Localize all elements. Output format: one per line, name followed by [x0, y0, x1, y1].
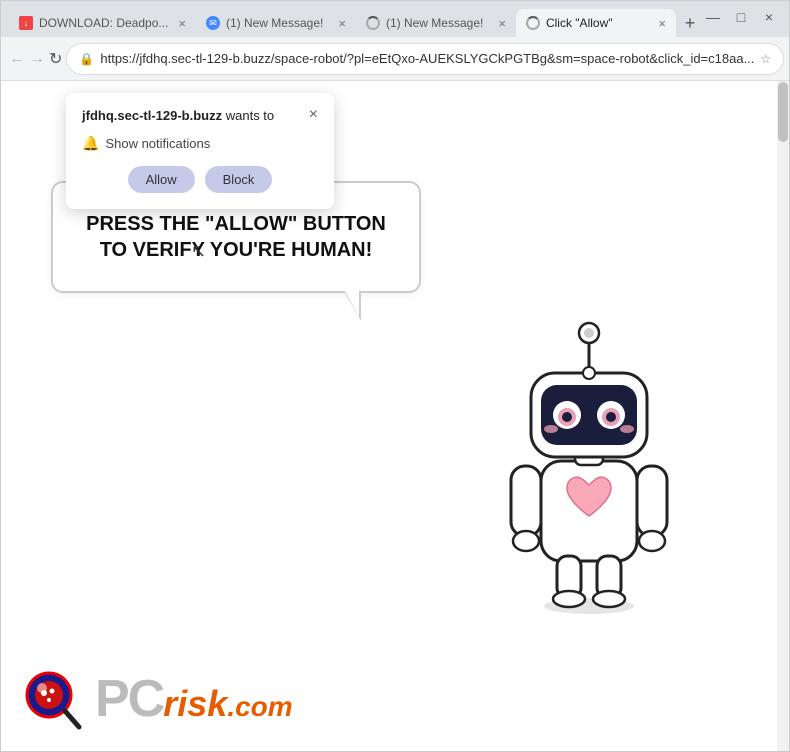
block-button[interactable]: Block: [205, 166, 273, 193]
tab-msg2[interactable]: (1) New Message! ×: [356, 9, 516, 37]
popup-actions: Allow Block: [82, 166, 318, 193]
back-button[interactable]: ←: [9, 43, 25, 75]
minimize-button[interactable]: —: [701, 5, 725, 29]
logo-risk-text: risk: [163, 686, 227, 722]
pcrisk-logo-icon: [19, 665, 87, 733]
tab-favicon-active: [526, 16, 540, 30]
tab-msg1[interactable]: ✉ (1) New Message! ×: [196, 9, 356, 37]
browser-frame: ↓ DOWNLOAD: Deadpo... × ✉ (1) New Messag…: [0, 0, 790, 752]
tab-download[interactable]: ↓ DOWNLOAD: Deadpo... ×: [9, 9, 196, 37]
popup-site-name: jfdhq.sec-tl-129-b.buzz: [82, 108, 222, 123]
tab-title-active: Click "Allow": [546, 16, 648, 30]
speech-tail-inner: [345, 291, 359, 317]
tab-favicon-msg1: ✉: [206, 16, 220, 30]
logo-dotcom-text: .com: [227, 693, 292, 721]
tab-favicon-download: ↓: [19, 16, 33, 30]
maximize-button[interactable]: □: [729, 5, 753, 29]
popup-close-button[interactable]: ×: [309, 107, 318, 123]
pcrisk-logo: PCrisk.com: [19, 665, 293, 733]
tab-title-msg2: (1) New Message!: [386, 16, 488, 30]
speech-bubble-text: PRESS THE "ALLOW" BUTTON TO VERIFY YOU'R…: [86, 213, 386, 261]
address-bar[interactable]: 🔒 https://jfdhq.sec-tl-129-b.buzz/space-…: [66, 43, 784, 75]
refresh-button[interactable]: ↻: [49, 43, 62, 75]
notification-popup: jfdhq.sec-tl-129-b.buzz wants to × 🔔 Sho…: [66, 93, 334, 209]
popup-wants-text: wants to: [222, 108, 274, 123]
logo-pc-text: PC: [95, 673, 163, 725]
robot-svg: [489, 301, 689, 621]
scrollbar-thumb[interactable]: [778, 82, 788, 142]
tab-favicon-msg2: [366, 16, 380, 30]
lock-icon: 🔒: [79, 52, 94, 66]
allow-button[interactable]: Allow: [128, 166, 195, 193]
bell-icon: 🔔: [82, 135, 99, 152]
browser-content: jfdhq.sec-tl-129-b.buzz wants to × 🔔 Sho…: [1, 81, 789, 751]
popup-header: jfdhq.sec-tl-129-b.buzz wants to ×: [82, 107, 318, 125]
forward-button[interactable]: →: [29, 43, 45, 75]
mouse-cursor: ↖: [191, 241, 206, 262]
robot-illustration: [489, 301, 689, 621]
tab-close-msg2[interactable]: ×: [498, 17, 506, 30]
tab-click-allow[interactable]: Click "Allow" ×: [516, 9, 676, 37]
address-text: https://jfdhq.sec-tl-129-b.buzz/space-ro…: [100, 51, 754, 66]
popup-site-info: jfdhq.sec-tl-129-b.buzz wants to: [82, 107, 274, 125]
tab-title-download: DOWNLOAD: Deadpo...: [39, 16, 168, 30]
tab-close-download[interactable]: ×: [178, 17, 186, 30]
new-tab-button[interactable]: +: [676, 9, 704, 37]
popup-permission-row: 🔔 Show notifications: [82, 135, 318, 152]
pcrisk-wordmark: PCrisk.com: [95, 673, 293, 725]
tab-close-msg1[interactable]: ×: [338, 17, 346, 30]
scrollbar[interactable]: [777, 81, 789, 751]
tab-bar: ↓ DOWNLOAD: Deadpo... × ✉ (1) New Messag…: [1, 1, 789, 37]
tab-title-msg1: (1) New Message!: [226, 16, 328, 30]
star-icon: ☆: [760, 52, 771, 66]
nav-bar: ← → ↻ 🔒 https://jfdhq.sec-tl-129-b.buzz/…: [1, 37, 789, 81]
popup-permission-text: Show notifications: [105, 136, 210, 151]
close-button[interactable]: ×: [757, 5, 781, 29]
tab-close-active[interactable]: ×: [658, 17, 666, 30]
